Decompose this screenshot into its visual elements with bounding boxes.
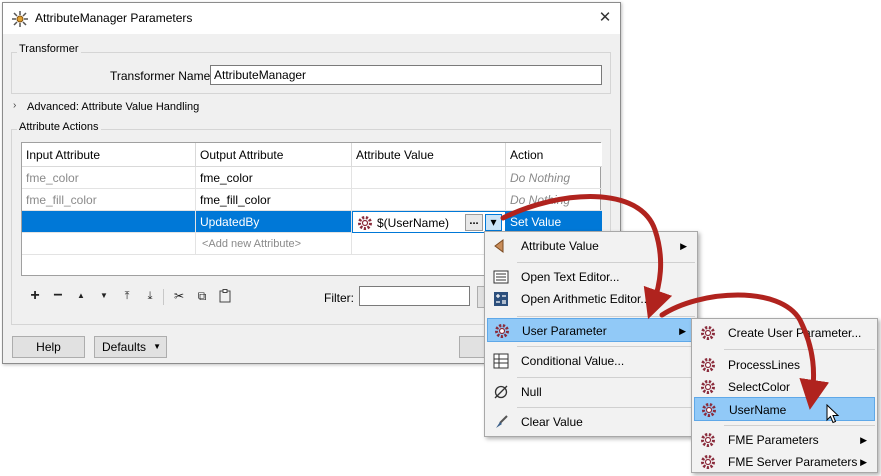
transformer-app-icon bbox=[12, 11, 28, 27]
menu-item-attribute-value[interactable]: Attribute Value ▶ bbox=[487, 234, 695, 258]
column-header-input[interactable]: Input Attribute bbox=[22, 143, 196, 167]
text-editor-icon bbox=[493, 270, 509, 284]
menu-separator bbox=[724, 425, 875, 426]
remove-row-button[interactable]: − bbox=[49, 287, 67, 305]
cell-input[interactable] bbox=[22, 211, 196, 233]
ellipsis-button[interactable]: ... bbox=[465, 214, 483, 231]
menu-separator bbox=[517, 346, 695, 347]
menu-item-create-user-parameter[interactable]: Create User Parameter... bbox=[694, 321, 875, 345]
gear-icon bbox=[701, 380, 715, 394]
filter-input[interactable] bbox=[359, 286, 470, 306]
move-down-button[interactable]: ▼ bbox=[95, 287, 113, 305]
null-icon bbox=[494, 385, 508, 399]
submenu-arrow-icon: ▶ bbox=[680, 241, 687, 251]
submenu-arrow-icon: ▶ bbox=[860, 435, 867, 445]
transformer-name-label: Transformer Name: bbox=[110, 69, 214, 83]
move-up-button[interactable]: ▲ bbox=[72, 287, 90, 305]
menu-separator bbox=[517, 262, 695, 263]
title-bar[interactable]: AttributeManager Parameters ✕ bbox=[3, 3, 620, 34]
menu-item-open-text-editor[interactable]: Open Text Editor... bbox=[487, 265, 695, 289]
menu-item-selectcolor[interactable]: SelectColor bbox=[694, 375, 875, 399]
transformer-name-input[interactable]: AttributeManager bbox=[210, 65, 602, 85]
cell-action[interactable]: Do Nothing bbox=[506, 167, 602, 189]
menu-separator bbox=[517, 407, 695, 408]
gear-icon bbox=[701, 455, 715, 469]
copy-icon[interactable]: ⧉ bbox=[193, 287, 211, 305]
menu-item-null[interactable]: Null bbox=[487, 380, 695, 404]
menu-item-fme-parameters[interactable]: FME Parameters ▶ bbox=[694, 428, 875, 452]
defaults-label: Defaults bbox=[102, 340, 147, 354]
column-header-output[interactable]: Output Attribute bbox=[196, 143, 352, 167]
chevron-down-icon[interactable]: ▾ bbox=[485, 214, 502, 231]
value-context-menu: Attribute Value ▶ Open Text Editor... Op… bbox=[484, 231, 698, 437]
add-attribute-row bbox=[22, 233, 196, 255]
add-attribute-row bbox=[352, 233, 506, 255]
cell-input[interactable]: fme_color bbox=[22, 167, 196, 189]
move-bottom-button[interactable]: ⤓ bbox=[141, 287, 159, 305]
cell-output[interactable]: fme_color bbox=[196, 167, 352, 189]
cell-action[interactable]: Set Value bbox=[506, 211, 602, 233]
value-text: $(UserName) bbox=[377, 216, 450, 230]
help-button[interactable]: Help bbox=[12, 336, 85, 358]
add-attribute-placeholder[interactable]: <Add new Attribute> bbox=[196, 233, 352, 255]
defaults-button[interactable]: Defaults ▼ bbox=[94, 336, 167, 358]
advanced-section-toggle[interactable]: Advanced: Attribute Value Handling bbox=[27, 101, 199, 113]
gear-icon bbox=[495, 324, 509, 338]
toolbar-divider bbox=[163, 289, 164, 305]
close-icon[interactable]: ✕ bbox=[593, 7, 617, 29]
cell-input[interactable]: fme_fill_color bbox=[22, 189, 196, 211]
menu-item-user-parameter[interactable]: User Parameter ▶ bbox=[487, 318, 695, 342]
submenu-arrow-icon: ▶ bbox=[679, 326, 686, 336]
cell-value-editor[interactable]: $(UserName) ... ▾ bbox=[352, 211, 506, 233]
move-top-button[interactable]: ⤒ bbox=[118, 287, 136, 305]
gear-icon bbox=[701, 433, 715, 447]
cell-output[interactable]: UpdatedBy bbox=[196, 211, 352, 233]
column-header-value[interactable]: Attribute Value bbox=[352, 143, 506, 167]
transformer-group-label: Transformer bbox=[17, 43, 81, 55]
gear-icon bbox=[701, 358, 715, 372]
user-parameter-submenu: Create User Parameter... ProcessLines Se… bbox=[691, 318, 878, 473]
cell-output[interactable]: fme_fill_color bbox=[196, 189, 352, 211]
menu-item-clear-value[interactable]: Clear Value bbox=[487, 410, 695, 434]
gear-icon bbox=[702, 403, 716, 417]
cell-value[interactable] bbox=[352, 189, 506, 211]
gear-icon bbox=[701, 326, 715, 340]
conditional-value-icon bbox=[493, 353, 509, 369]
paste-icon[interactable] bbox=[216, 287, 234, 305]
attribute-value-icon bbox=[494, 239, 504, 253]
attribute-actions-label: Attribute Actions bbox=[17, 121, 101, 133]
dialog-title: AttributeManager Parameters bbox=[35, 11, 193, 25]
column-header-action[interactable]: Action bbox=[506, 143, 602, 167]
menu-separator bbox=[517, 377, 695, 378]
gear-icon bbox=[358, 216, 372, 230]
add-row-button[interactable]: + bbox=[26, 287, 44, 305]
menu-item-conditional-value[interactable]: Conditional Value... bbox=[487, 349, 695, 373]
menu-item-processlines[interactable]: ProcessLines bbox=[694, 353, 875, 377]
menu-item-fme-server-parameters[interactable]: FME Server Parameters ▶ bbox=[694, 450, 875, 474]
arithmetic-editor-icon bbox=[494, 292, 508, 306]
chevron-right-icon[interactable]: › bbox=[13, 100, 16, 111]
clear-value-icon bbox=[496, 415, 508, 428]
menu-separator bbox=[724, 349, 875, 350]
cut-icon[interactable]: ✂ bbox=[170, 287, 188, 305]
menu-separator bbox=[517, 316, 695, 317]
mouse-cursor-icon bbox=[826, 404, 840, 424]
cell-action[interactable]: Do Nothing bbox=[506, 189, 602, 211]
filter-label: Filter: bbox=[324, 291, 354, 305]
menu-item-username[interactable]: UserName bbox=[694, 397, 875, 421]
cell-value[interactable] bbox=[352, 167, 506, 189]
submenu-arrow-icon: ▶ bbox=[860, 457, 867, 467]
menu-item-open-arithmetic-editor[interactable]: Open Arithmetic Editor... bbox=[487, 287, 695, 311]
chevron-down-icon: ▼ bbox=[153, 342, 161, 351]
